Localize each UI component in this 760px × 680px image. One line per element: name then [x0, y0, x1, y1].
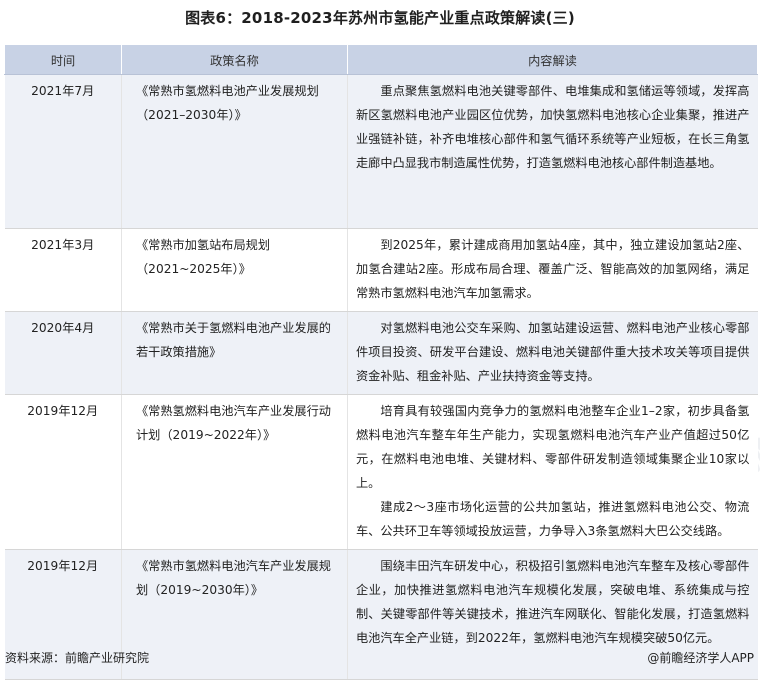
content-paragraph: 到2025年，累计建成商用加氢站4座，其中，独立建设加氢站2座、加氢合建站2座。… [356, 238, 750, 300]
cell-time: 2019年12月 [4, 394, 122, 550]
table-header-row: 时间 政策名称 内容解读 [4, 44, 758, 75]
figure-title: 图表6：2018-2023年苏州市氢能产业重点政策解读(三) [185, 9, 575, 27]
cell-policy-name: 《常熟市氢燃料电池汽车产业发展规划（2019~2030年）》 [121, 549, 348, 680]
content-paragraph: 培育具有较强国内竞争力的氢燃料电池整车企业1–2家，初步具备氢燃料电池汽车整车年… [356, 404, 750, 490]
cell-content: 培育具有较强国内竞争力的氢燃料电池整车企业1–2家，初步具备氢燃料电池汽车整车年… [347, 394, 758, 550]
cell-time: 2020年4月 [4, 311, 122, 395]
cell-policy-name: 《常熟市加氢站布局规划（2021~2025年）》 [121, 228, 348, 312]
cell-policy-name: 《常熟氢燃料电池汽车产业发展行动计划（2019~2022年）》 [121, 394, 348, 550]
cell-content: 重点聚焦氢燃料电池关键零部件、电堆集成和氢储运等领域，发挥高新区氢燃料电池产业园… [347, 74, 758, 229]
content-paragraph: 围绕丰田汽车研发中心，积极招引氢燃料电池汽车整车及核心零部件企业，加快推进氢燃料… [356, 559, 750, 645]
source-note: 资料来源：前瞻产业研究院 [5, 651, 150, 665]
cell-time: 2021年3月 [4, 228, 122, 312]
cell-policy-name: 《常熟市氢燃料电池产业发展规划（2021–2030年）》 [121, 74, 348, 229]
content-paragraph: 建成2～3座市场化运营的公共加氢站，推进氢燃料电池公交、物流车、公共环卫车等领域… [356, 500, 750, 538]
table-row: 2021年7月 《常熟市氢燃料电池产业发展规划（2021–2030年）》 重点聚… [4, 74, 758, 229]
content-paragraph: 对氢燃料电池公交车采购、加氢站建设运营、燃料电池产业核心零部件项目投资、研发平台… [356, 321, 750, 383]
content-paragraph: 重点聚焦氢燃料电池关键零部件、电堆集成和氢储运等领域，发挥高新区氢燃料电池产业园… [356, 84, 750, 170]
cell-time: 2021年7月 [4, 74, 122, 229]
cell-content: 到2025年，累计建成商用加氢站4座，其中，独立建设加氢站2座、加氢合建站2座。… [347, 228, 758, 312]
column-header-content: 内容解读 [347, 44, 758, 75]
column-header-time: 时间 [4, 44, 122, 75]
table-row: 2021年3月 《常熟市加氢站布局规划（2021~2025年）》 到2025年，… [4, 228, 758, 312]
app-credit: @前瞻经济学人APP [647, 651, 754, 665]
table-row: 2019年12月 《常熟氢燃料电池汽车产业发展行动计划（2019~2022年）》… [4, 394, 758, 550]
cell-policy-name: 《常熟市关于氢燃料电池产业发展的若干政策措施》 [121, 311, 348, 395]
policy-table: 时间 政策名称 内容解读 2021年7月 《常熟市氢燃料电池产业发展规划（202… [4, 44, 758, 680]
column-header-policy-name: 政策名称 [121, 44, 348, 75]
cell-content: 对氢燃料电池公交车采购、加氢站建设运营、燃料电池产业核心零部件项目投资、研发平台… [347, 311, 758, 395]
table-row: 2020年4月 《常熟市关于氢燃料电池产业发展的若干政策措施》 对氢燃料电池公交… [4, 311, 758, 395]
